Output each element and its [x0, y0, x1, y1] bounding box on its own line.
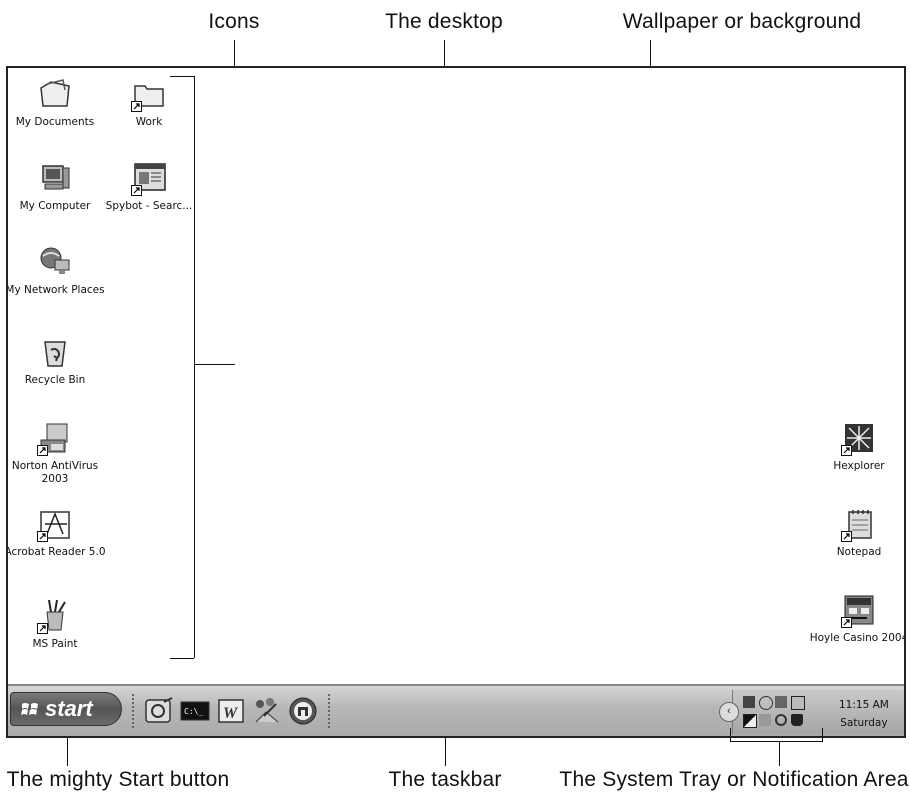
desktop-icon-work[interactable]: Work — [94, 76, 204, 129]
desktop-icon-label: Recycle Bin — [24, 374, 86, 386]
icons-bracket-bottom — [170, 658, 194, 659]
desktop-icon-label: Hoyle Casino 2004 — [809, 632, 906, 644]
desktop-icon-acrobat-reader[interactable]: Acrobat Reader 5.0 — [6, 506, 110, 559]
desktop-icon-spybot[interactable]: Spybot - Searc... — [94, 160, 204, 213]
callout-tray: The System Tray or Notification Area — [559, 768, 909, 791]
callout-taskbar: The taskbar — [388, 768, 502, 791]
desktop-icon-my-network-places[interactable]: My Network Places — [6, 244, 110, 297]
desktop-icon-hexplorer[interactable]: Hexplorer — [804, 420, 904, 473]
acrobat-reader-icon — [37, 506, 73, 542]
desktop-icon-label: MS Paint — [32, 638, 78, 650]
desktop-icon-label: Acrobat Reader 5.0 — [6, 546, 106, 558]
network-icon[interactable] — [252, 696, 282, 726]
taskbar-grip[interactable] — [328, 694, 333, 728]
windows-logo-icon — [21, 703, 38, 715]
tray-bracket-bottom — [730, 741, 822, 742]
word-icon[interactable]: W — [216, 696, 246, 726]
notepad-icon — [841, 506, 877, 542]
my-documents-icon — [37, 76, 73, 112]
desktop-icon-label: My Documents — [15, 116, 95, 128]
taskbar[interactable]: start C:\_ W ‹ 11:15 AM Saturday — [8, 684, 904, 736]
users-icon[interactable] — [759, 696, 773, 710]
trash-icon[interactable] — [791, 714, 803, 726]
hexplorer-icon — [841, 420, 877, 456]
display-icon[interactable] — [743, 714, 757, 728]
icons-bracket-vertical — [194, 76, 195, 658]
tray-bracket-right — [822, 728, 823, 742]
callout-icons: Icons — [208, 10, 260, 33]
shortcut-arrow-icon — [131, 101, 142, 112]
desktop-icon-recycle-bin[interactable]: Recycle Bin — [8, 334, 110, 387]
start-button[interactable]: start — [10, 692, 122, 726]
callout-wallpaper: Wallpaper or background — [622, 10, 862, 33]
desktop-icon-ms-paint[interactable]: MS Paint — [8, 598, 110, 651]
chevron-left-icon[interactable]: ‹ — [719, 702, 739, 722]
taskbar-grip[interactable] — [132, 694, 137, 728]
signal-icon[interactable] — [743, 696, 755, 708]
leader-line-tray — [779, 742, 780, 766]
icons-bracket-connector — [194, 364, 235, 365]
callout-start-button: The mighty Start button — [6, 768, 230, 791]
desktop-icon-label: Work — [135, 116, 163, 128]
desktop-icon-notepad[interactable]: Notepad — [804, 506, 904, 559]
svg-text:W: W — [223, 705, 239, 722]
desktop-icon-label: Hexplorer — [833, 460, 885, 472]
desktop-icon-label: Notepad — [836, 546, 882, 558]
clock-day: Saturday — [840, 717, 888, 729]
shortcut-arrow-icon — [841, 445, 852, 456]
tray-clock[interactable]: 11:15 AM Saturday — [839, 696, 889, 732]
command-prompt-icon[interactable]: C:\_ — [180, 696, 210, 726]
folder-icon — [131, 76, 167, 112]
my-network-places-icon — [37, 244, 73, 280]
desktop-icon-hoyle-casino[interactable]: Hoyle Casino 2004 — [804, 592, 906, 645]
hoyle-casino-icon — [841, 592, 877, 628]
svg-text:C:\_: C:\_ — [184, 707, 203, 716]
shortcut-arrow-icon — [841, 617, 852, 628]
clock-time: 11:15 AM — [839, 699, 889, 711]
media-icon[interactable] — [288, 696, 318, 726]
shortcut-arrow-icon — [37, 531, 48, 542]
outlook-icon[interactable] — [144, 696, 174, 726]
spybot-icon — [131, 160, 167, 196]
icons-bracket-top — [170, 76, 194, 77]
monitor-icon[interactable] — [775, 696, 787, 708]
grid-icon[interactable] — [759, 714, 771, 726]
ms-paint-icon — [37, 598, 73, 634]
clock-sync-icon[interactable] — [775, 714, 787, 726]
desktop-icon-label: Spybot - Searc... — [105, 200, 193, 212]
desktop-icon-norton-antivirus[interactable]: Norton AntiVirus 2003 — [8, 420, 110, 486]
desktop-screen[interactable]: My Documents My Computer My Network Plac… — [6, 66, 906, 738]
desktop-icon-label: My Computer — [19, 200, 91, 212]
my-computer-icon — [37, 160, 73, 196]
start-label: start — [45, 696, 93, 721]
desktop-icon-label: Norton AntiVirus 2003 — [11, 460, 99, 485]
shortcut-arrow-icon — [37, 623, 48, 634]
system-tray[interactable]: ‹ 11:15 AM Saturday — [719, 690, 903, 734]
tray-bracket-left — [730, 728, 731, 742]
callout-desktop: The desktop — [385, 10, 503, 33]
norton-antivirus-icon — [37, 420, 73, 456]
desktop-icon-label: My Network Places — [6, 284, 105, 296]
shortcut-arrow-icon — [37, 445, 48, 456]
shortcut-arrow-icon — [841, 531, 852, 542]
shortcut-arrow-icon — [131, 185, 142, 196]
recycle-bin-icon — [37, 334, 73, 370]
window-icon[interactable] — [791, 696, 805, 710]
